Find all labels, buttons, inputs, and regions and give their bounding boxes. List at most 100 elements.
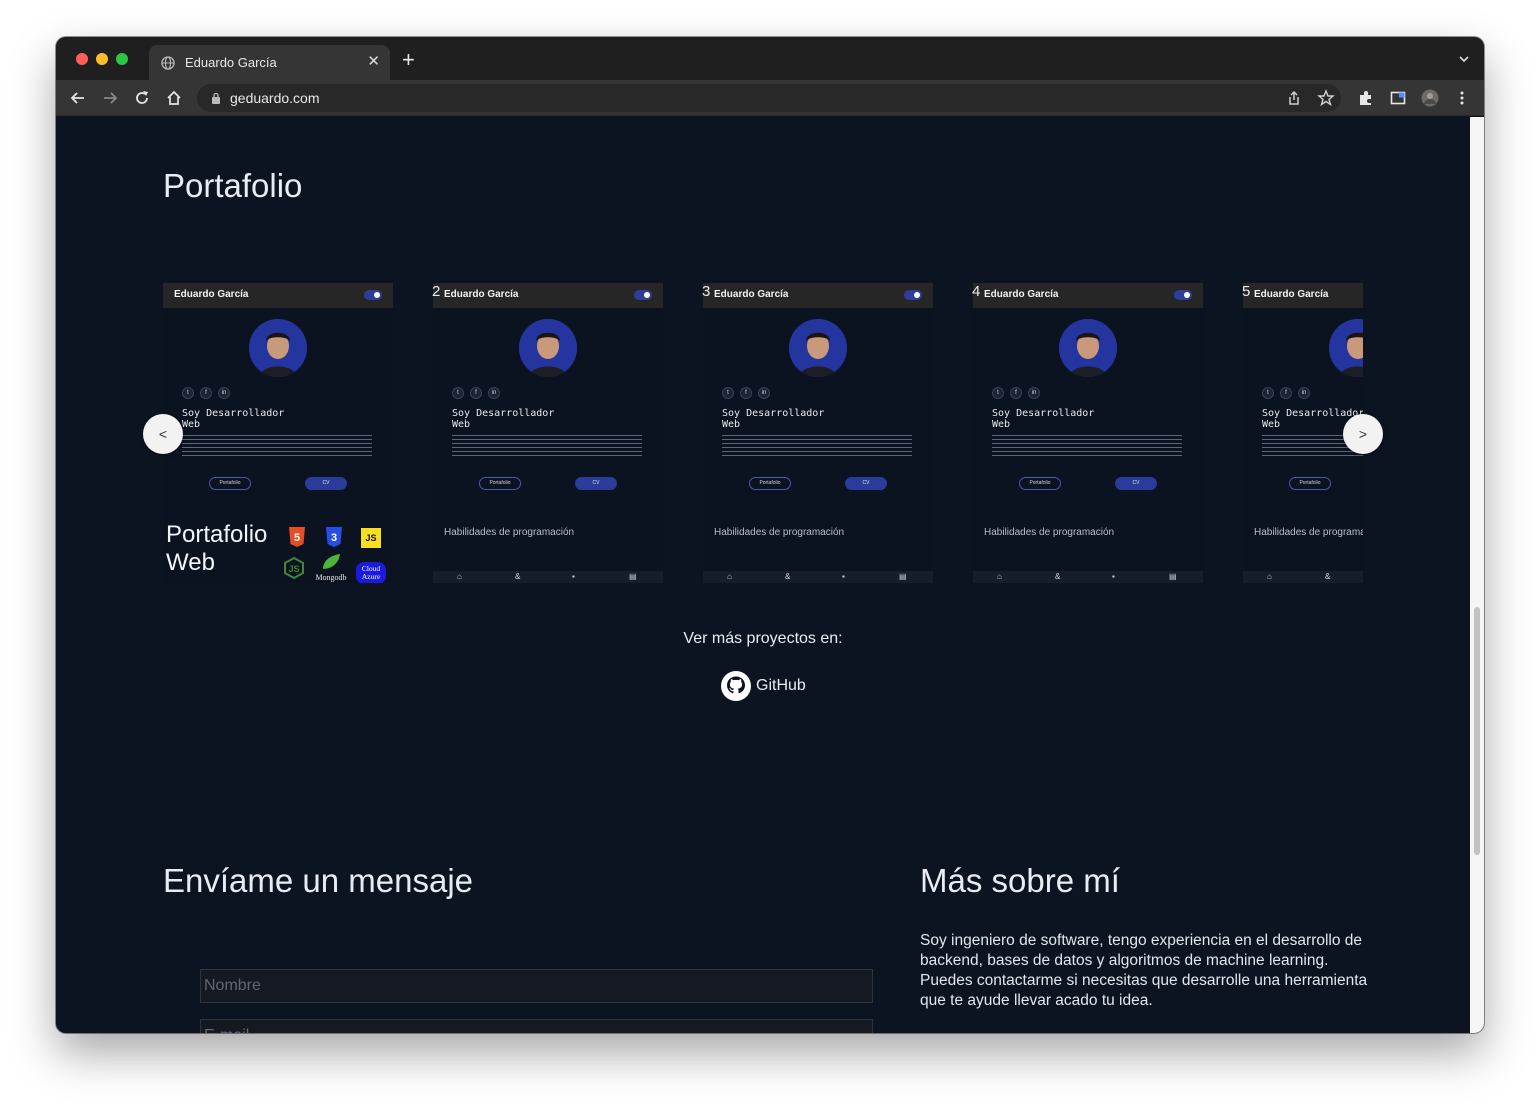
- slide-header: Eduardo García: [163, 283, 393, 308]
- linkedin-icon[interactable]: in: [1298, 387, 1310, 399]
- facebook-icon[interactable]: f: [470, 387, 482, 399]
- reload-icon[interactable]: [133, 89, 151, 107]
- new-tab-button[interactable]: +: [402, 48, 415, 72]
- slide-bottom-nav: ⌂ & ▪ ▤: [703, 571, 933, 583]
- slide-role: Soy Desarrollador Web: [722, 408, 825, 430]
- slide-bottom-nav: ⌂ & ▪ ▤: [1243, 571, 1363, 583]
- close-window-button[interactable]: [76, 53, 88, 65]
- folder-icon: ▪: [572, 572, 575, 581]
- slide-number: 5: [1242, 283, 1251, 300]
- back-arrow-icon[interactable]: [69, 89, 87, 107]
- facebook-icon[interactable]: f: [1010, 387, 1022, 399]
- github-link[interactable]: GitHub: [720, 670, 806, 702]
- side-panel-icon[interactable]: [1389, 89, 1407, 107]
- portfolio-carousel: Eduardo García t f in Soy Desarrollador …: [163, 283, 1363, 583]
- code-icon: &: [785, 572, 791, 581]
- portfolio-slide[interactable]: Eduardo García t f in Soy Desarrollador …: [973, 283, 1203, 583]
- window-controls: [76, 53, 128, 65]
- slide-bottom-nav: ⌂ & ▪ ▤: [973, 571, 1203, 583]
- kebab-menu-icon[interactable]: [1453, 89, 1471, 107]
- slide-header: Eduardo García: [1243, 283, 1363, 308]
- slide-cv-button: CV: [305, 477, 347, 490]
- facebook-icon[interactable]: f: [200, 387, 212, 399]
- slide-portfolio-button: Portafolio: [1019, 477, 1061, 490]
- svg-text:JS: JS: [288, 564, 299, 574]
- slide-cv-button: CV: [1115, 477, 1157, 490]
- name-input[interactable]: Nombre: [200, 969, 873, 1003]
- url-text: geduardo.com: [230, 90, 320, 106]
- minimize-window-button[interactable]: [96, 53, 108, 65]
- slide-portfolio-button: Portafolio: [1289, 477, 1331, 490]
- slide-cv-button: CV: [845, 477, 887, 490]
- javascript-icon: JS: [361, 528, 381, 548]
- svg-text:5: 5: [294, 532, 300, 544]
- slide-skills-heading: Habilidades de programación: [444, 527, 575, 538]
- slide-description-lines: [182, 435, 372, 457]
- portfolio-slide[interactable]: Eduardo García t f in Soy Desarrollador …: [703, 283, 933, 583]
- slide-description-lines: [452, 435, 642, 457]
- linkedin-icon[interactable]: in: [218, 387, 230, 399]
- nodejs-icon: JS: [283, 556, 304, 580]
- avatar: [249, 319, 307, 377]
- scrollbar-thumb[interactable]: [1474, 607, 1480, 855]
- slide-cv-button: CV: [575, 477, 617, 490]
- extensions-puzzle-icon[interactable]: [1357, 89, 1375, 107]
- slide-bottom-nav: ⌂ & ▪ ▤: [433, 571, 663, 583]
- carousel-prev-button[interactable]: <: [143, 414, 183, 454]
- tab-title: Eduardo García: [185, 55, 277, 70]
- browser-window: Eduardo García ✕ + geduardo.com Portafol…: [56, 37, 1484, 1033]
- slide-header: Eduardo García: [433, 283, 663, 308]
- slide-role: Soy Desarrollador Web: [992, 408, 1095, 430]
- slide-number: 2: [432, 283, 441, 300]
- home-icon: ⌂: [727, 572, 732, 581]
- profile-avatar[interactable]: [1421, 89, 1439, 107]
- slide-number: 3: [702, 283, 711, 300]
- carousel-next-button[interactable]: >: [1343, 414, 1383, 454]
- slide-role: Soy Desarrollador Web: [452, 408, 555, 430]
- linkedin-icon[interactable]: in: [758, 387, 770, 399]
- slide-portfolio-button: Portafolio: [749, 477, 791, 490]
- slide-skills-heading: Habilidades de programación: [714, 527, 845, 538]
- chevron-down-icon[interactable]: [1458, 53, 1470, 65]
- slide-portfolio-button: Portafolio: [209, 477, 251, 490]
- slide-header: Eduardo García: [703, 283, 933, 308]
- portfolio-slide[interactable]: Eduardo García t f in Soy Desarrollador …: [433, 283, 663, 583]
- slide-header-title: Eduardo García: [984, 289, 1059, 300]
- address-bar[interactable]: geduardo.com: [197, 84, 1341, 112]
- slide-description-lines: [722, 435, 912, 457]
- facebook-icon[interactable]: f: [1280, 387, 1292, 399]
- home-icon[interactable]: [165, 89, 183, 107]
- portfolio-slide[interactable]: Eduardo García t f in Soy Desarrollador …: [163, 283, 393, 583]
- linkedin-icon[interactable]: in: [488, 387, 500, 399]
- theme-toggle-icon: [634, 290, 652, 300]
- slide-skills-heading: Habilidades de programación: [984, 527, 1115, 538]
- avatar: [519, 319, 577, 377]
- bookmark-star-icon[interactable]: [1317, 89, 1335, 107]
- code-icon: &: [1055, 572, 1061, 581]
- globe-icon: [161, 55, 175, 70]
- slide-portfolio-button: Portafolio: [479, 477, 521, 490]
- slide-header-title: Eduardo García: [444, 289, 519, 300]
- forward-arrow-icon[interactable]: [101, 89, 119, 107]
- contact-icon: ▤: [629, 572, 637, 581]
- about-text: Soy ingeniero de software, tengo experie…: [920, 932, 1368, 1009]
- contact-icon: ▤: [899, 572, 907, 581]
- browser-tab[interactable]: Eduardo García ✕: [149, 45, 390, 80]
- email-input[interactable]: E-mail: [200, 1019, 873, 1033]
- facebook-icon[interactable]: f: [740, 387, 752, 399]
- share-icon[interactable]: [1285, 89, 1303, 107]
- twitter-icon[interactable]: t: [992, 387, 1004, 399]
- scrollbar[interactable]: [1470, 117, 1484, 1033]
- twitter-icon[interactable]: t: [1262, 387, 1274, 399]
- close-tab-icon[interactable]: ✕: [367, 53, 380, 71]
- about-heading: Más sobre mí: [920, 862, 1120, 899]
- home-icon: ⌂: [997, 572, 1002, 581]
- maximize-window-button[interactable]: [116, 53, 128, 65]
- avatar: [789, 319, 847, 377]
- browser-toolbar: geduardo.com: [56, 80, 1484, 116]
- more-projects-text: Ver más proyectos en:: [683, 630, 843, 647]
- twitter-icon[interactable]: t: [452, 387, 464, 399]
- twitter-icon[interactable]: t: [722, 387, 734, 399]
- linkedin-icon[interactable]: in: [1028, 387, 1040, 399]
- twitter-icon[interactable]: t: [182, 387, 194, 399]
